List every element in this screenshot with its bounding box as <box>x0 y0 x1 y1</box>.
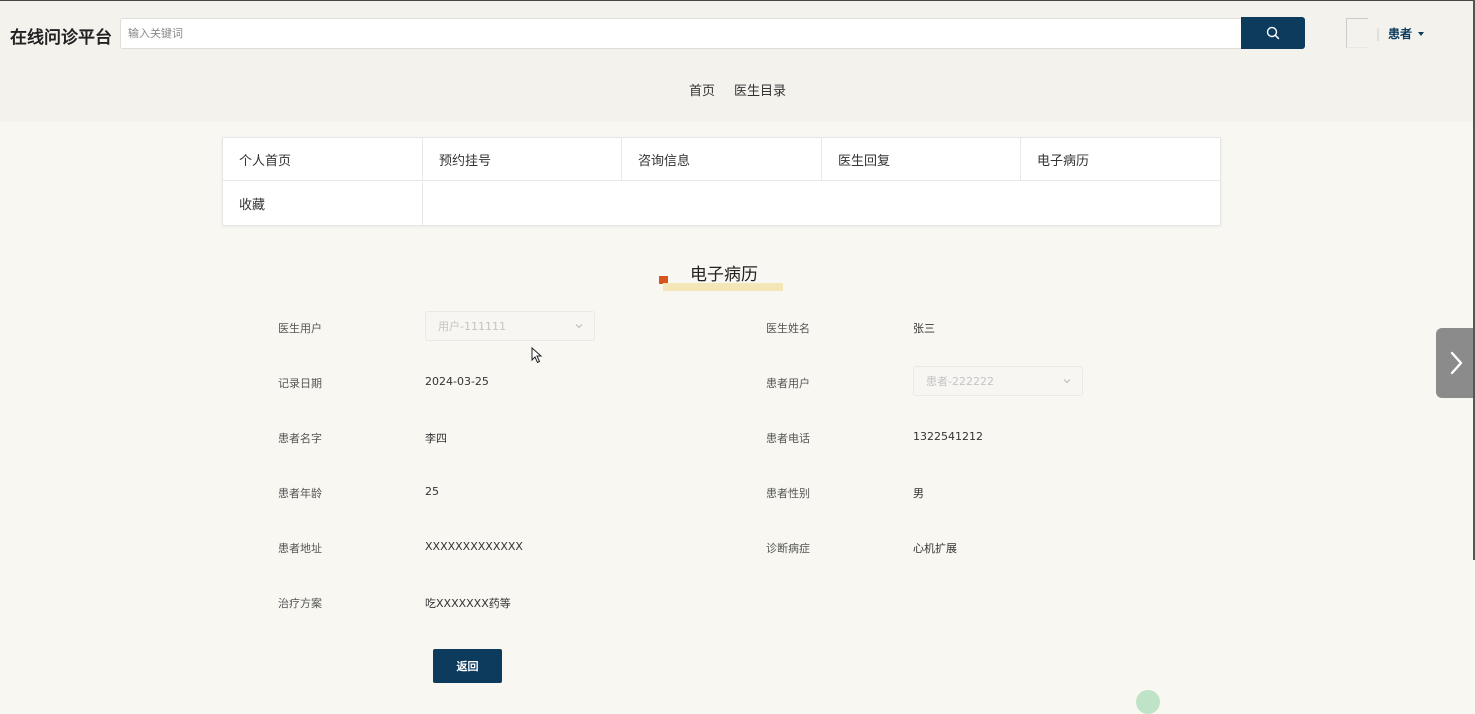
diagnosis-label: 诊断病症 <box>766 542 810 555</box>
floating-widget[interactable] <box>1136 690 1160 714</box>
chevron-down-icon <box>1063 379 1071 384</box>
patient-user-value: 患者-222222 <box>926 375 994 388</box>
patient-age-label: 患者年龄 <box>278 487 322 500</box>
personal-center-menu: 个人首页 预约挂号 咨询信息 医生回复 电子病历 收藏 <box>222 137 1221 226</box>
menu-item-medical-record[interactable]: 电子病历 <box>1021 138 1220 181</box>
patient-age-value: 25 <box>425 485 439 498</box>
patient-user-label: 患者用户 <box>766 377 810 390</box>
menu-item-favorites[interactable]: 收藏 <box>223 182 423 225</box>
chevron-right-icon <box>1450 351 1462 375</box>
patient-address-label: 患者地址 <box>278 542 322 555</box>
user-menu-dropdown[interactable]: | 患者 <box>1376 25 1425 42</box>
patient-gender-label: 患者性别 <box>766 487 810 500</box>
treatment-value: 吃XXXXXXX药等 <box>425 597 511 610</box>
menu-item-consultation[interactable]: 咨询信息 <box>622 138 822 181</box>
patient-gender-value: 男 <box>913 487 924 500</box>
header: 在线问诊平台 | 患者 首页 医生目录 <box>0 0 1475 122</box>
caret-down-icon <box>1418 31 1425 36</box>
patient-phone-value: 1322541212 <box>913 430 983 443</box>
doctor-name-label: 医生姓名 <box>766 322 810 335</box>
top-navigation: 首页 医生目录 <box>0 80 1475 99</box>
app-logo-title[interactable]: 在线问诊平台 <box>10 23 112 48</box>
record-date-label: 记录日期 <box>278 377 322 390</box>
patient-name-value: 李四 <box>425 432 447 445</box>
diagnosis-value: 心机扩展 <box>913 542 957 555</box>
chevron-down-icon <box>575 324 583 329</box>
user-menu-separator: | <box>1376 26 1381 41</box>
patient-user-select[interactable]: 患者-222222 <box>913 366 1083 396</box>
record-date-value: 2024-03-25 <box>425 375 489 388</box>
menu-item-doctor-reply[interactable]: 医生回复 <box>822 138 1021 181</box>
avatar[interactable] <box>1346 18 1368 48</box>
doctor-name-value: 张三 <box>913 322 935 335</box>
doctor-user-select[interactable]: 用户-111111 <box>425 311 595 341</box>
doctor-user-value: 用户-111111 <box>438 320 506 333</box>
menu-item-appointment[interactable]: 预约挂号 <box>423 138 622 181</box>
patient-phone-label: 患者电话 <box>766 432 810 445</box>
nav-home[interactable]: 首页 <box>689 80 715 99</box>
patient-name-label: 患者名字 <box>278 432 322 445</box>
search-icon <box>1266 26 1280 40</box>
menu-item-personal-home[interactable]: 个人首页 <box>223 138 423 181</box>
doctor-user-label: 医生用户 <box>278 322 322 335</box>
patient-address-value: XXXXXXXXXXXXX <box>425 540 523 553</box>
nav-doctor-directory[interactable]: 医生目录 <box>734 80 786 99</box>
search-button[interactable] <box>1241 17 1305 49</box>
next-slide-button[interactable] <box>1436 328 1475 398</box>
search-input[interactable] <box>120 18 1241 49</box>
page-title: 电子病历 <box>690 265 758 285</box>
treatment-label: 治疗方案 <box>278 597 322 610</box>
user-role-label: 患者 <box>1388 27 1413 41</box>
mouse-cursor-icon <box>531 347 543 364</box>
back-button[interactable]: 返回 <box>433 649 502 683</box>
